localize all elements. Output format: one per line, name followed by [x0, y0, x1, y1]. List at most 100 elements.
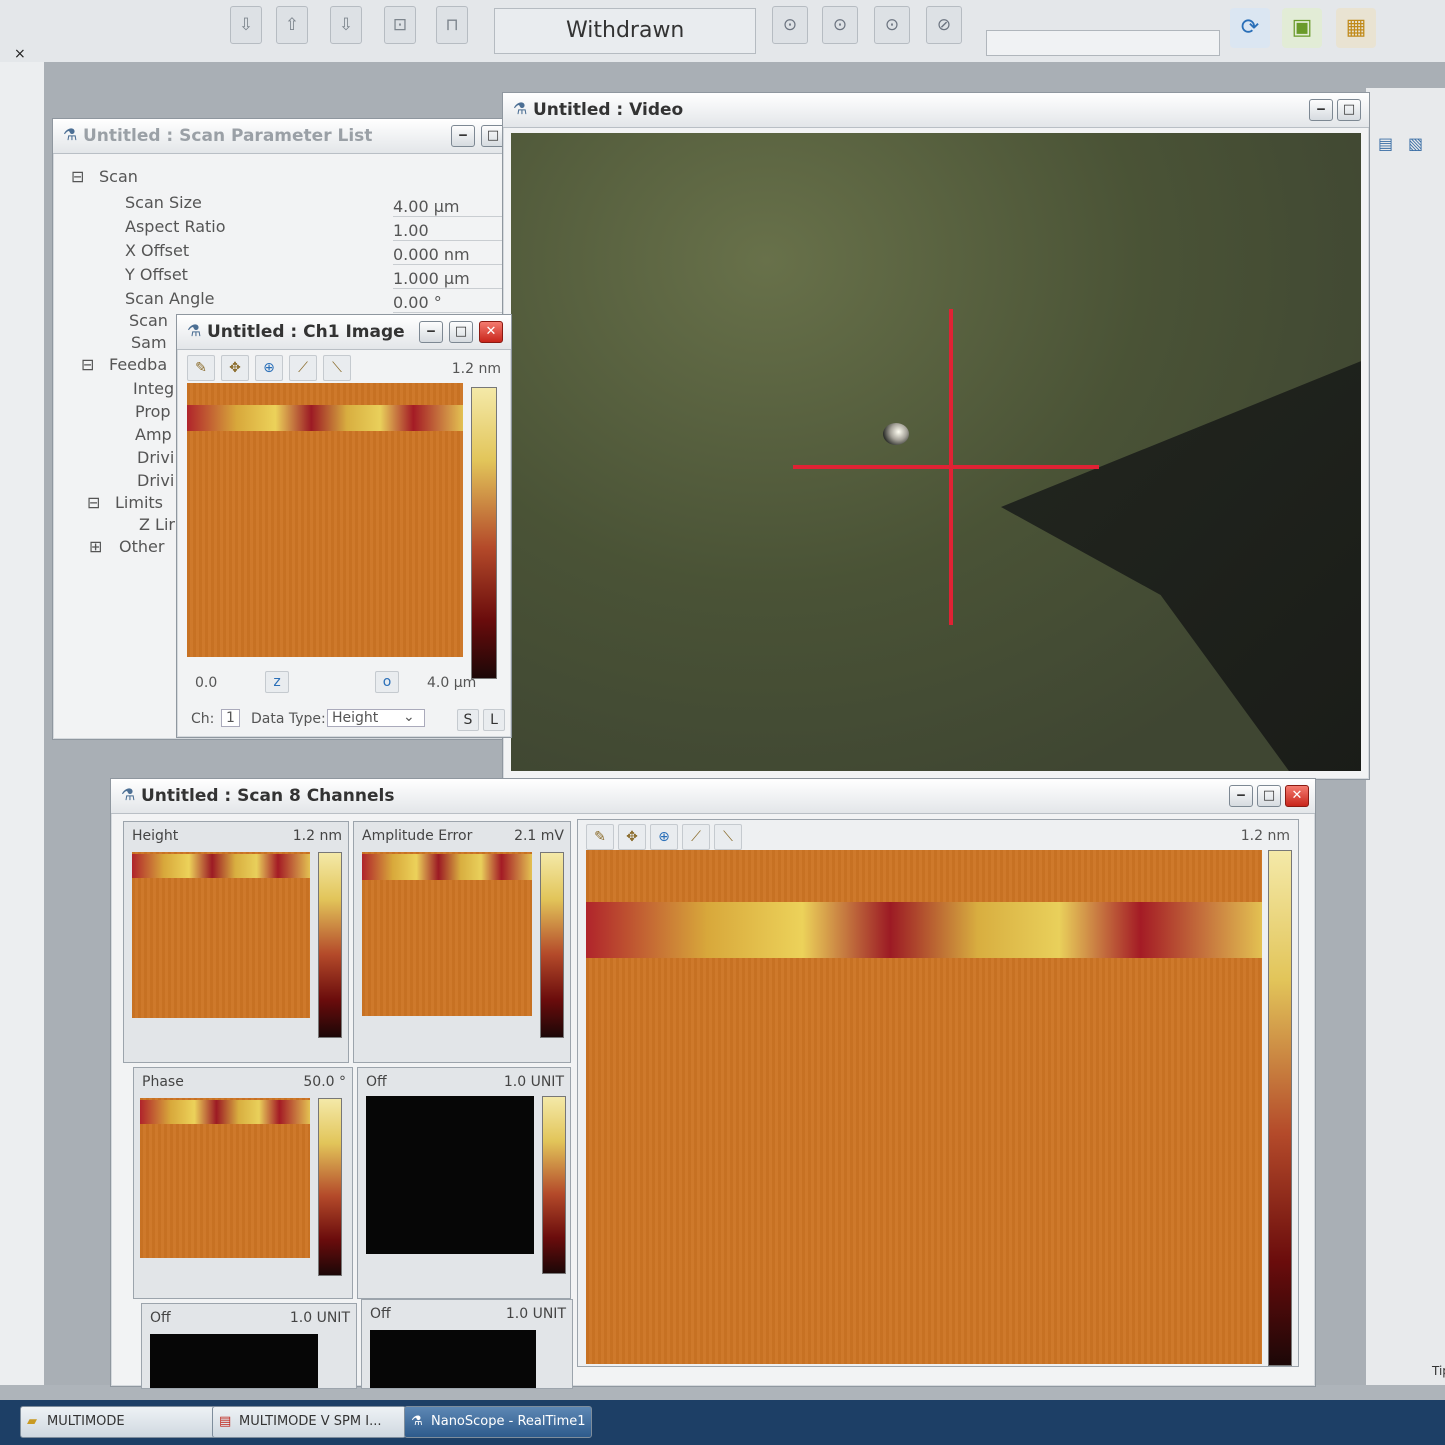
o-button[interactable]: o [375, 671, 399, 693]
channel-stop-icon[interactable]: ⊘ [926, 6, 962, 44]
off-thumbnail[interactable] [366, 1096, 534, 1254]
crosshair-horizontal [793, 465, 1099, 469]
ch1-height-image[interactable] [187, 383, 463, 657]
param-label: Prop [135, 402, 171, 421]
scan8-titlebar[interactable]: ⚗ Untitled : Scan 8 Channels ‒ □ ✕ [111, 779, 1315, 814]
channel-3-icon[interactable]: ⊙ [874, 6, 910, 44]
channel-panel-height[interactable]: Height 1.2 nm [123, 821, 349, 1063]
axis-end-label: 4.0 µm [427, 675, 477, 691]
color-range-label: 1.2 nm [1240, 828, 1290, 844]
main-toolbar: ⇩ ⇧ ⇩ ⊡ ⊓ Withdrawn ⊙ ⊙ ⊙ ⊘ ⟳ ▣ ▦ [0, 0, 1445, 63]
phase-thumbnail[interactable] [140, 1098, 310, 1258]
withdraw-icon[interactable]: ⇩ [230, 6, 262, 44]
close-button[interactable]: ✕ [1285, 785, 1309, 807]
height-thumbnail[interactable] [132, 852, 310, 1018]
zoom-icon[interactable]: ⊕ [650, 824, 678, 850]
section-toggle-scan[interactable]: ⊟ [71, 167, 84, 186]
pan-icon[interactable]: ✥ [221, 355, 249, 381]
task-multimode-folder[interactable]: ▰ MULTIMODE [20, 1406, 224, 1438]
maximize-button[interactable]: □ [449, 321, 473, 343]
scan-line-band [586, 902, 1262, 958]
maximize-button[interactable]: □ [1337, 99, 1361, 121]
panel-layout-icon[interactable]: ▧ [1408, 134, 1423, 153]
pan-icon[interactable]: ✥ [618, 824, 646, 850]
section-label-other: Other [119, 537, 165, 556]
close-button[interactable]: ✕ [479, 321, 503, 343]
pencil-icon[interactable]: ✎ [187, 355, 215, 381]
color-scale-bar [1268, 850, 1292, 1366]
channel-range: 1.0 UNIT [505, 1306, 566, 1322]
task-label: MULTIMODE [47, 1414, 125, 1429]
window-icon: ⚗ [187, 321, 202, 340]
section-toggle-feedback[interactable]: ⊟ [81, 355, 94, 374]
channel-range: 1.2 nm [292, 828, 342, 844]
grid-view-icon[interactable]: ▦ [1336, 8, 1376, 48]
color-scale-bar [318, 1098, 342, 1276]
minimize-button[interactable]: ‒ [1309, 99, 1333, 121]
video-feed[interactable] [511, 133, 1361, 771]
tip-icon[interactable]: ⊓ [436, 6, 468, 44]
task-multimode-pdf[interactable]: ▤ MULTIMODE V SPM I... [212, 1406, 406, 1438]
section-label-limits: Limits [115, 493, 163, 512]
zoom-icon[interactable]: ⊕ [255, 355, 283, 381]
z-button[interactable]: z [265, 671, 289, 693]
panel-view-icon[interactable]: ▤ [1378, 134, 1393, 153]
scan-line-band [362, 854, 532, 880]
param-label: Sam [131, 333, 167, 352]
channel-name: Height [132, 828, 179, 844]
off-thumbnail[interactable] [150, 1334, 318, 1388]
channel-panel-amplitude[interactable]: Amplitude Error 2.1 mV [353, 821, 571, 1063]
channel-1-icon[interactable]: ⊙ [772, 6, 808, 44]
window-icon: ⚗ [513, 99, 528, 118]
param-label: X Offset [125, 241, 190, 260]
section-toggle-other[interactable]: ⊞ [89, 537, 102, 556]
task-label: NanoScope - RealTime1 [431, 1414, 586, 1429]
section-toggle-limits[interactable]: ⊟ [87, 493, 100, 512]
channel-range: 2.1 mV [514, 828, 564, 844]
tip-label: Tip [1432, 1364, 1445, 1378]
channel-panel-off-2[interactable]: Off 1.0 UNIT [141, 1303, 357, 1389]
scan-parameter-titlebar[interactable]: ⚗ Untitled : Scan Parameter List ‒ □ [53, 119, 505, 154]
amplitude-thumbnail[interactable] [362, 852, 532, 1016]
taskbar: ▰ MULTIMODE ▤ MULTIMODE V SPM I... ⚗ Nan… [0, 1400, 1445, 1445]
param-label: Y Offset [125, 265, 188, 284]
chevron-down-icon[interactable]: ⌄ [403, 709, 415, 725]
channel-panel-off-3[interactable]: Off 1.0 UNIT [361, 1299, 573, 1389]
pencil-icon[interactable]: ✎ [586, 824, 614, 850]
profile-icon[interactable]: ⟍ [714, 824, 742, 850]
maximize-button[interactable]: □ [1257, 785, 1281, 807]
scan-line-band [187, 405, 463, 431]
video-titlebar[interactable]: ⚗ Untitled : Video ‒ □ [503, 93, 1369, 128]
channel-panel-off-1[interactable]: Off 1.0 UNIT [357, 1067, 571, 1299]
close-icon[interactable]: × [14, 46, 26, 62]
ch1-titlebar[interactable]: ⚗ Untitled : Ch1 Image ‒ □ ✕ [177, 315, 511, 350]
off-thumbnail[interactable] [370, 1330, 536, 1388]
task-nanoscope[interactable]: ⚗ NanoScope - RealTime1 [404, 1406, 592, 1438]
engage-icon[interactable]: ⊡ [384, 6, 416, 44]
profile-icon[interactable]: ⟍ [323, 355, 351, 381]
scan-icon[interactable]: ⟳ [1230, 8, 1270, 48]
step-up-icon[interactable]: ⇧ [276, 6, 308, 44]
window-title: Untitled : Scan Parameter List [83, 126, 373, 146]
channel-range: 50.0 ° [303, 1074, 346, 1090]
minimize-button[interactable]: ‒ [419, 321, 443, 343]
channel-2-icon[interactable]: ⊙ [822, 6, 858, 44]
capture-icon[interactable]: ▣ [1282, 8, 1322, 48]
channel-name: Off [370, 1306, 391, 1322]
step-down-icon[interactable]: ⇩ [330, 6, 362, 44]
measure-icon[interactable]: ⟋ [682, 824, 710, 850]
crosshair-vertical [949, 309, 953, 625]
minimize-button[interactable]: ‒ [451, 125, 475, 147]
large-height-image[interactable] [586, 850, 1262, 1364]
minimize-button[interactable]: ‒ [1229, 785, 1253, 807]
param-label: Drivi [137, 471, 175, 490]
color-scale-bar [318, 852, 342, 1038]
l-button[interactable]: L [483, 709, 505, 731]
channel-field[interactable]: 1 [221, 709, 240, 727]
s-button[interactable]: S [457, 709, 479, 731]
measure-icon[interactable]: ⟋ [289, 355, 317, 381]
param-label: Drivi [137, 448, 175, 467]
toolbar-field[interactable] [986, 30, 1220, 56]
channel-panel-phase[interactable]: Phase 50.0 ° [133, 1067, 353, 1299]
task-label: MULTIMODE V SPM I... [239, 1414, 382, 1429]
